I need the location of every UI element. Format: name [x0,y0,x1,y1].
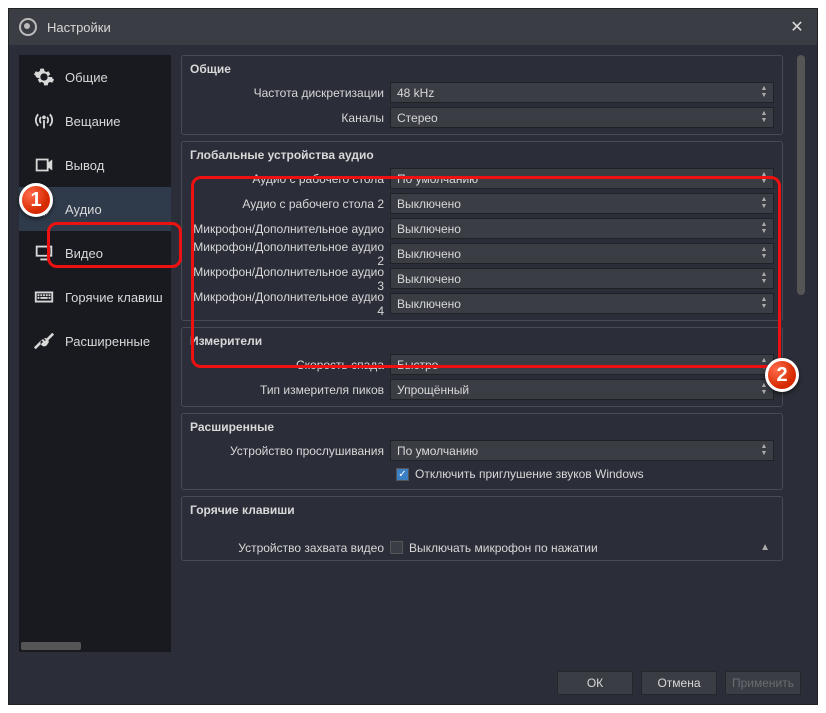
close-icon[interactable]: ✕ [787,17,807,37]
content-area: Общие Частота дискретизации 48 kHz ▲▼ Ка… [181,55,807,652]
spinner-icon: ▲▼ [757,296,771,311]
titlebar: Настройки ✕ [9,9,817,45]
combo-mic-aux-3[interactable]: Выключено ▲▼ [390,268,774,289]
combo-mic-aux-2[interactable]: Выключено ▲▼ [390,243,774,264]
sidebar-item-label: Вывод [65,158,104,173]
spinner-icon: ▲▼ [757,271,771,286]
keyboard-icon [33,286,55,308]
ok-button[interactable]: ОК [557,671,633,695]
checkbox-ducking[interactable]: ✓ [396,468,409,481]
group-global-audio: Глобальные устройства аудио Аудио с рабо… [181,141,783,321]
sidebar-item-label: Аудио [65,202,102,217]
group-meters: Измерители Скорость спада Быстро▲▼ Тип из… [181,327,783,407]
combo-value: Выключено [397,222,461,236]
label-channels: Каналы [190,111,384,125]
group-hotkeys: Горячие клавиши Устройство захвата видео… [181,496,783,561]
sidebar-item-stream[interactable]: Вещание [19,99,171,143]
group-title: Общие [190,62,774,76]
spinner-icon: ▲▼ [757,171,771,186]
sidebar-item-video[interactable]: Видео [19,231,171,275]
sidebar-item-label: Общие [65,70,108,85]
label: Микрофон/Дополнительное аудио 4 [190,290,384,318]
checkbox-label: Отключить приглушение звуков Windows [415,467,644,481]
dialog-footer: ОК Отмена Применить [9,662,817,704]
tools-icon [33,330,55,352]
combo-monitor[interactable]: По умолчанию ▲▼ [390,440,774,461]
spinner-icon: ▲▼ [757,110,771,125]
label-decay: Скорость спада [190,358,384,372]
label: Аудио с рабочего стола 2 [190,197,384,211]
spinner-icon: ▲▼ [757,85,771,100]
group-title: Измерители [190,334,774,348]
cancel-button[interactable]: Отмена [641,671,717,695]
sidebar-scrollbar[interactable] [21,642,81,650]
combo-desktop-audio[interactable]: По умолчанию ▲▼ [390,168,774,189]
combo-value: Выключено [397,297,461,311]
group-title: Глобальные устройства аудио [190,148,774,162]
combo-value: Выключено [397,247,461,261]
label-sample-rate: Частота дискретизации [190,86,384,100]
combo-value: По умолчанию [397,444,478,458]
checkbox-push-to-mute[interactable] [390,541,403,554]
label-peak: Тип измерителя пиков [190,383,384,397]
window-title: Настройки [47,20,111,35]
combo-value: Выключено [397,272,461,286]
sidebar-item-label: Расширенные [65,334,150,349]
label: Микрофон/Дополнительное аудио 2 [190,240,384,268]
combo-value: 48 kHz [397,86,434,100]
checkbox-label: Выключать микрофон по нажатии [409,541,598,555]
sidebar-item-advanced[interactable]: Расширенные [19,319,171,363]
apply-button[interactable]: Применить [725,671,801,695]
sidebar-item-hotkeys[interactable]: Горячие клавиш [19,275,171,319]
antenna-icon [33,110,55,132]
combo-value: Упрощённый [397,383,469,397]
sidebar-item-output[interactable]: Вывод [19,143,171,187]
group-title: Расширенные [190,420,774,434]
sidebar: Общие Вещание Вывод Аудио Видео Горячие … [19,55,171,652]
content-scrollbar[interactable] [795,55,807,652]
combo-value: Быстро [397,358,438,372]
combo-value: Стерео [397,111,438,125]
spinner-icon: ▲▼ [757,443,771,458]
settings-window: Настройки ✕ Общие Вещание Вывод Аудио [8,8,818,705]
sidebar-item-label: Видео [65,246,103,261]
group-advanced: Расширенные Устройство прослушивания По у… [181,413,783,490]
monitor-icon [33,242,55,264]
spinner-icon: ▲▼ [757,196,771,211]
group-general: Общие Частота дискретизации 48 kHz ▲▼ Ка… [181,55,783,135]
combo-mic-aux[interactable]: Выключено ▲▼ [390,218,774,239]
sidebar-item-label: Вещание [65,114,121,129]
sidebar-item-general[interactable]: Общие [19,55,171,99]
combo-peak[interactable]: Упрощённый▲▼ [390,379,774,400]
gear-icon [33,66,55,88]
combo-value: Выключено [397,197,461,211]
combo-channels[interactable]: Стерео ▲▼ [390,107,774,128]
annotation-badge-1: 1 [19,183,53,217]
group-title: Горячие клавиши [190,503,774,517]
chevron-up-icon[interactable]: ▲ [760,542,770,553]
label: Микрофон/Дополнительное аудио [190,222,384,236]
combo-mic-aux-4[interactable]: Выключено ▲▼ [390,293,774,314]
label-monitor: Устройство прослушивания [190,444,384,458]
label-capture: Устройство захвата видео [190,541,384,555]
combo-decay[interactable]: Быстро▲▼ [390,354,774,375]
sidebar-item-label: Горячие клавиш [65,290,163,305]
combo-desktop-audio-2[interactable]: Выключено ▲▼ [390,193,774,214]
label: Аудио с рабочего стола [190,172,384,186]
label: Микрофон/Дополнительное аудио 3 [190,265,384,293]
spinner-icon: ▲▼ [757,246,771,261]
combo-sample-rate[interactable]: 48 kHz ▲▼ [390,82,774,103]
app-logo-icon [19,18,37,36]
output-icon [33,154,55,176]
annotation-badge-2: 2 [765,358,799,392]
spinner-icon: ▲▼ [757,221,771,236]
combo-value: По умолчанию [397,172,478,186]
